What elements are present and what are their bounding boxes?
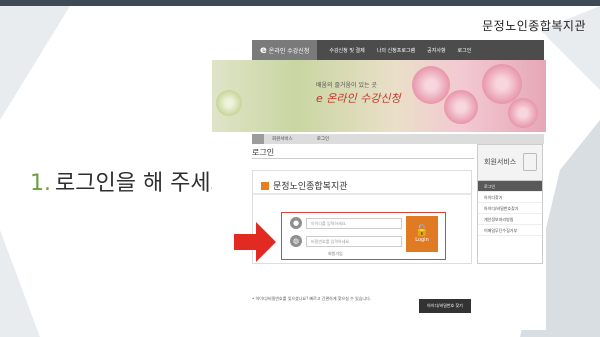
home-icon[interactable] <box>252 134 264 144</box>
logo-text: 온라인 수강신청 <box>268 47 310 55</box>
join-link[interactable]: 회원가입 <box>328 251 343 257</box>
menu-item-courses[interactable]: 수강신청 및 결제 <box>329 47 364 54</box>
find-account-button[interactable]: 아이디/비밀번호 찾기 <box>419 299 471 313</box>
step-text: 로그인을 해 주세요 <box>55 171 231 196</box>
login-button-label: Login <box>415 237 429 243</box>
side-menu: 회원서비스 로그인 아이디찾기 아이디/비밀번호찾기 개인정보처리방침 이메일무… <box>477 144 543 264</box>
login-form-highlight: ● 아이디를 입력하세요. ◍ 비밀번호를 입력하세요. 🔓 Login 회원가… <box>281 212 446 260</box>
login-panel: 문정노인종합복지관 ● 아이디를 입력하세요. ◍ 비밀번호를 입력하세요. 🔓… <box>252 170 472 264</box>
id-input[interactable]: 아이디를 입력하세요. <box>306 217 402 229</box>
flower-image <box>216 90 242 116</box>
org-name: 문정노인종합복지관 <box>261 179 348 192</box>
divider <box>252 158 474 159</box>
password-input[interactable]: 비밀번호를 입력하세요. <box>306 235 402 247</box>
breadcrumb: 회원서비스 로그인 <box>252 134 544 144</box>
site-logo[interactable]: e 온라인 수강신청 <box>252 40 318 60</box>
user-icon: ● <box>290 217 302 229</box>
page-title: 로그인 <box>252 148 275 157</box>
side-menu-title: 회원서비스 <box>484 158 517 166</box>
flower-image <box>482 64 522 104</box>
login-button[interactable]: 🔓 Login <box>406 216 438 252</box>
site-menu: 수강신청 및 결제 나의 신청프로그램 공지사항 로그인 <box>317 47 471 54</box>
menu-item-my-programs[interactable]: 나의 신청프로그램 <box>377 47 415 54</box>
side-item-privacy[interactable]: 개인정보처리방침 <box>478 214 542 225</box>
logo-e-icon: e <box>260 44 267 56</box>
slide-brand: 문정노인종합복지관 <box>482 19 586 33</box>
hero-banner: 배움의 즐거움이 있는 곳 e 온라인 수강신청 <box>212 60 546 132</box>
breadcrumb-login[interactable]: 로그인 <box>317 136 329 142</box>
step-heading: 1. 로그인을 해 주세요 <box>30 165 231 197</box>
lock-icon <box>523 153 537 171</box>
footer-note: • 아이디/비밀번호를 잊으셨나요? 빠르고 간편하게 찾으실 수 있습니다. <box>252 296 372 301</box>
slide: 문정노인종합복지관 1. 로그인을 해 주세요 e 온라인 수강신청 수강신청 및 … <box>0 0 600 337</box>
step-number: 1. <box>30 171 51 196</box>
side-item-email-policy[interactable]: 이메일무단수집거부 <box>478 225 542 236</box>
flower-image <box>508 98 538 128</box>
flower-image <box>444 90 478 124</box>
side-item-find-id[interactable]: 아이디찾기 <box>478 192 542 203</box>
side-item-find-id-password[interactable]: 아이디/비밀번호찾기 <box>478 203 542 214</box>
menu-item-login[interactable]: 로그인 <box>458 47 472 54</box>
lock-icon: ◍ <box>290 235 302 247</box>
divider <box>253 193 471 195</box>
breadcrumb-member-service[interactable]: 회원서비스 <box>272 136 293 142</box>
menu-item-notice[interactable]: 공지사항 <box>427 47 445 54</box>
flower-image <box>412 66 450 104</box>
padlock-icon: 🔓 <box>415 224 429 237</box>
website-screenshot: e 온라인 수강신청 수강신청 및 결제 나의 신청프로그램 공지사항 로그인 배… <box>212 34 546 330</box>
side-item-login[interactable]: 로그인 <box>478 181 542 192</box>
site-nav: e 온라인 수강신청 수강신청 및 결제 나의 신청프로그램 공지사항 로그인 <box>252 40 544 60</box>
password-row: ◍ 비밀번호를 입력하세요. <box>290 234 402 248</box>
arrow-right-icon <box>234 222 276 262</box>
id-row: ● 아이디를 입력하세요. <box>290 216 402 230</box>
hero-brand: e 온라인 수강신청 <box>316 92 401 105</box>
hero-slogan: 배움의 즐거움이 있는 곳 <box>316 82 377 89</box>
side-menu-header: 회원서비스 <box>478 145 542 181</box>
